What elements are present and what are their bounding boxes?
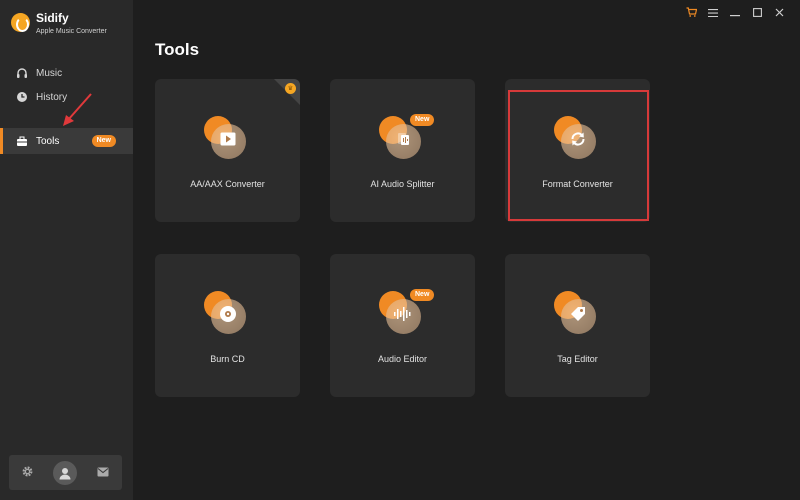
app-subtitle: Apple Music Converter — [36, 28, 107, 35]
refresh-icon — [569, 130, 587, 153]
tool-card-burn-cd[interactable]: Burn CD — [155, 254, 300, 397]
sidebar-item-music[interactable]: Music — [0, 60, 133, 86]
tool-label: Tag Editor — [557, 354, 598, 364]
tool-label: Audio Editor — [377, 354, 428, 364]
page-title: Tools — [155, 40, 200, 59]
tool-card-audio-editor[interactable]: New Audio Editor — [330, 254, 475, 397]
sidebar-item-label: Tools — [36, 135, 60, 147]
sidebar: Sidify Apple Music Converter Music Histo… — [0, 0, 133, 500]
tool-label: AA/AAX Converter — [190, 179, 265, 189]
tag-icon — [569, 305, 587, 328]
menu-button[interactable] — [702, 6, 724, 20]
avatar — [53, 460, 78, 485]
disc-icon — [219, 305, 237, 328]
new-badge: New — [410, 114, 435, 126]
clock-icon — [16, 91, 28, 103]
waveform-icon — [393, 306, 413, 327]
window-controls — [680, 6, 790, 20]
premium-icon: ♛ — [285, 83, 296, 94]
tool-label: Burn CD — [210, 354, 245, 364]
brand: Sidify Apple Music Converter — [11, 12, 107, 37]
mail-button[interactable] — [91, 461, 115, 485]
tool-label: Format Converter — [542, 179, 613, 189]
sidebar-item-tools[interactable]: Tools New — [0, 128, 133, 154]
video-play-icon — [220, 132, 236, 151]
cart-button[interactable] — [680, 6, 702, 20]
maximize-button[interactable] — [746, 6, 768, 20]
maximize-icon — [752, 4, 762, 22]
app-name: Sidify — [36, 11, 69, 25]
gear-icon — [22, 464, 33, 482]
tool-card-format-converter[interactable]: Format Converter — [505, 79, 650, 222]
minimize-button[interactable] — [724, 6, 746, 20]
tool-card-ai-audio-splitter[interactable]: New AI Audio Splitter — [330, 79, 475, 222]
tool-card-tag-editor[interactable]: Tag Editor — [505, 254, 650, 397]
settings-button[interactable] — [16, 461, 40, 485]
mail-icon — [97, 464, 109, 482]
headphones-icon — [16, 67, 28, 79]
menu-icon — [708, 4, 718, 22]
new-badge: New — [410, 289, 435, 301]
app-logo-icon — [11, 13, 30, 32]
account-button[interactable] — [53, 460, 78, 485]
close-button[interactable] — [768, 6, 790, 20]
sidebar-item-label: Music — [36, 67, 63, 79]
new-badge: New — [91, 135, 116, 147]
audio-split-icon — [395, 132, 411, 151]
red-arrow-annotation — [63, 93, 92, 126]
tool-label: AI Audio Splitter — [370, 179, 435, 189]
cart-icon — [686, 4, 697, 22]
minimize-icon — [730, 4, 740, 22]
close-icon — [775, 4, 784, 22]
toolbox-icon — [16, 135, 28, 147]
sidebar-bottom-bar — [9, 455, 122, 490]
tool-card-aa-aax-converter[interactable]: ♛ AA/AAX Converter — [155, 79, 300, 222]
